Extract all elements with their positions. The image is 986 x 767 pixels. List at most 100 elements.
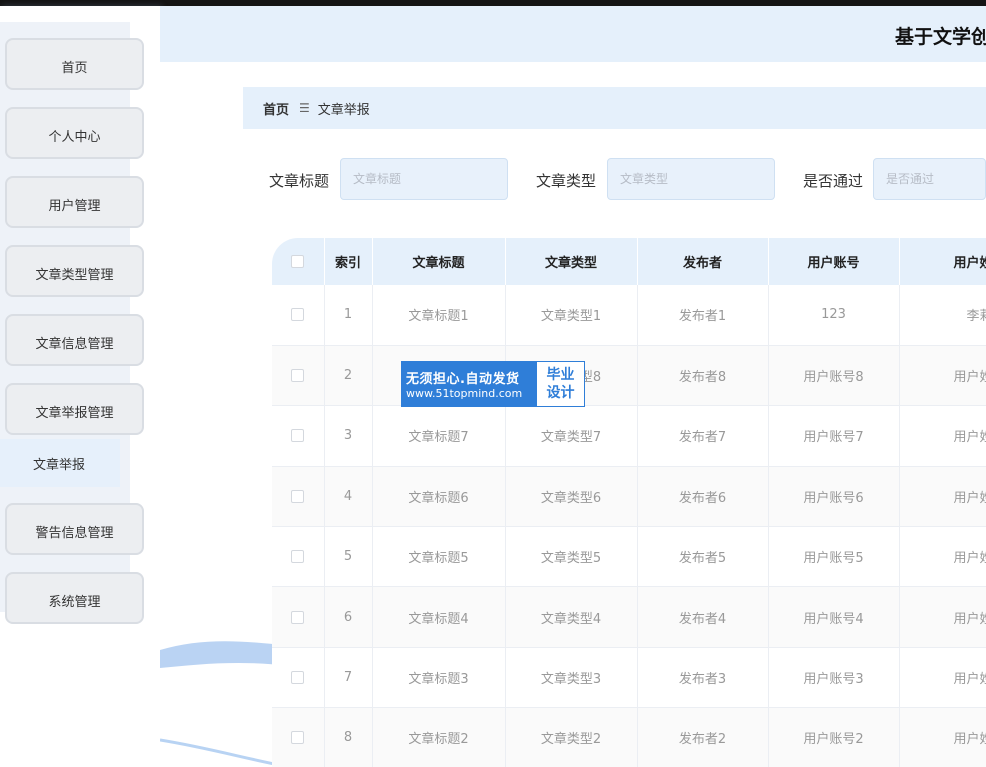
watermark-right1: 毕业 (546, 367, 575, 383)
cell-title: 文章标题7 (372, 405, 506, 467)
row-checkbox[interactable] (291, 550, 305, 564)
sidebar-item-home[interactable]: 首页 (5, 38, 144, 90)
cell-type: 文章类型4 (505, 586, 638, 648)
cell-account: 123 (768, 285, 900, 346)
row-select-cell[interactable] (272, 647, 325, 709)
watermark-line1: 无须担心.自动发货 (406, 372, 520, 387)
cell-publisher: 发布者6 (637, 466, 769, 528)
cell-account: 用户账号4 (768, 586, 900, 648)
watermark-badge: 无须担心.自动发货 www.51topmind.com 毕业 设计 (401, 361, 585, 407)
sidebar-item-label: 警告信息管理 (35, 525, 114, 541)
breadcrumb-home[interactable]: 首页 (263, 99, 289, 118)
cell-publisher: 发布者2 (637, 707, 769, 767)
column-header-publisher: 发布者 (637, 238, 769, 285)
cell-index: 4 (324, 466, 373, 528)
row-select-cell[interactable] (272, 586, 325, 648)
cell-title: 文章标题2 (372, 707, 506, 767)
page-title: 基于文学创 (895, 26, 986, 48)
table-row[interactable]: 8 文章标题2 文章类型2 发布者2 用户账号2 用户姓名 (272, 707, 986, 767)
cell-type: 文章类型3 (505, 647, 638, 709)
cell-publisher: 发布者3 (637, 647, 769, 709)
cell-type: 文章类型1 (505, 285, 638, 346)
sidebar-item-label: 文章举报管理 (35, 405, 114, 421)
header-select-all[interactable] (272, 238, 325, 285)
watermark-right: 毕业 设计 (537, 362, 584, 406)
search-type-input[interactable] (607, 158, 775, 200)
row-checkbox[interactable] (291, 489, 305, 503)
cell-index: 1 (324, 285, 373, 346)
watermark-left: 无须担心.自动发货 www.51topmind.com (402, 362, 537, 406)
cell-publisher: 发布者5 (637, 526, 769, 588)
decorative-wave (160, 641, 290, 767)
sidebar: 首页 个人中心 用户管理 文章类型管理 文章信息管理 文章举报管理 文章举报 警… (0, 6, 160, 767)
breadcrumb-current: 文章举报 (317, 102, 370, 118)
row-select-cell[interactable] (272, 526, 325, 588)
sidebar-item-system-management[interactable]: 系统管理 (5, 572, 144, 624)
cell-publisher: 发布者4 (637, 586, 769, 648)
cell-index: 5 (324, 526, 373, 588)
watermark-line2: www.51topmind.com (406, 387, 523, 400)
cell-publisher: 发布者1 (637, 285, 769, 346)
sidebar-subitem-label: 文章举报 (33, 457, 86, 473)
search-title-input[interactable] (340, 158, 508, 200)
table-row[interactable]: 2 文章标题8 文章类型8 发布者8 用户账号8 用户姓名 (272, 345, 986, 407)
cell-name: 李莉 (899, 285, 986, 346)
sidebar-item-label: 文章信息管理 (35, 336, 114, 352)
row-checkbox[interactable] (291, 369, 305, 383)
table-row[interactable]: 4 文章标题6 文章类型6 发布者6 用户账号6 用户姓名 (272, 466, 986, 528)
sidebar-item-personal-center[interactable]: 个人中心 (5, 107, 144, 159)
sidebar-item-label: 首页 (61, 60, 88, 76)
cell-index: 3 (324, 405, 373, 467)
sidebar-item-label: 个人中心 (48, 129, 101, 145)
cell-account: 用户账号5 (768, 526, 900, 588)
row-select-cell[interactable] (272, 285, 325, 346)
row-checkbox[interactable] (291, 610, 305, 624)
cell-account: 用户账号8 (768, 345, 900, 407)
row-select-cell[interactable] (272, 466, 325, 528)
row-checkbox[interactable] (291, 429, 305, 443)
row-checkbox[interactable] (291, 671, 305, 685)
cell-index: 7 (324, 647, 373, 709)
cell-title: 文章标题4 (372, 586, 506, 648)
sidebar-item-article-type-management[interactable]: 文章类型管理 (5, 245, 144, 297)
search-passed-input[interactable] (873, 158, 986, 200)
sidebar-item-label: 用户管理 (48, 198, 101, 214)
row-select-cell[interactable] (272, 707, 325, 767)
select-all-checkbox[interactable] (291, 255, 305, 268)
cell-type: 文章类型5 (505, 526, 638, 588)
table-row[interactable]: 5 文章标题5 文章类型5 发布者5 用户账号5 用户姓名 (272, 526, 986, 588)
row-checkbox[interactable] (291, 308, 305, 322)
breadcrumb-separator-icon: ☰ (299, 101, 310, 115)
column-header-title: 文章标题 (372, 238, 506, 285)
cell-index: 2 (324, 345, 373, 407)
breadcrumb: 首页 ☰ 文章举报 (243, 87, 986, 129)
table-row[interactable]: 6 文章标题4 文章类型4 发布者4 用户账号4 用户姓名 (272, 586, 986, 648)
table-row[interactable]: 1 文章标题1 文章类型1 发布者1 123 李莉 (272, 285, 986, 346)
cell-index: 8 (324, 707, 373, 767)
sidebar-item-article-report-management[interactable]: 文章举报管理 (5, 383, 144, 435)
sidebar-item-user-management[interactable]: 用户管理 (5, 176, 144, 228)
row-checkbox[interactable] (291, 731, 305, 745)
sidebar-item-label: 系统管理 (48, 594, 101, 610)
search-passed-label: 是否通过 (803, 172, 864, 190)
cell-name: 用户姓名 (899, 466, 986, 528)
report-table: 索引 文章标题 文章类型 发布者 用户账号 用户姓名 1 文章标题1 文章类型1… (272, 238, 986, 767)
table-row[interactable]: 7 文章标题3 文章类型3 发布者3 用户账号3 用户姓名 (272, 647, 986, 709)
cell-account: 用户账号6 (768, 466, 900, 528)
table-row[interactable]: 3 文章标题7 文章类型7 发布者7 用户账号7 用户姓名 (272, 405, 986, 467)
watermark-right2: 设计 (546, 385, 575, 401)
sidebar-item-warning-info-management[interactable]: 警告信息管理 (5, 503, 144, 555)
cell-title: 文章标题1 (372, 285, 506, 346)
cell-type: 文章类型6 (505, 466, 638, 528)
row-select-cell[interactable] (272, 405, 325, 467)
cell-name: 用户姓名 (899, 707, 986, 767)
sidebar-subitem-article-report[interactable]: 文章举报 (0, 439, 120, 487)
search-title-label: 文章标题 (269, 172, 330, 190)
search-type-label: 文章类型 (536, 172, 597, 190)
cell-name: 用户姓名 (899, 647, 986, 709)
cell-type: 文章类型7 (505, 405, 638, 467)
sidebar-item-article-info-management[interactable]: 文章信息管理 (5, 314, 144, 366)
cell-account: 用户账号2 (768, 707, 900, 767)
row-select-cell[interactable] (272, 345, 325, 407)
header-bar (160, 6, 986, 62)
